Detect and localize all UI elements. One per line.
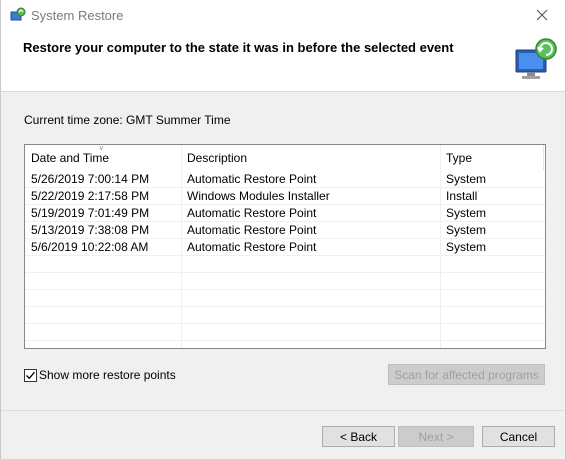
cancel-button[interactable]: Cancel (482, 426, 555, 447)
back-button[interactable]: < Back (322, 426, 395, 447)
table-row[interactable]: 5/13/2019 7:38:08 PM Automatic Restore P… (25, 222, 545, 239)
show-more-restore-points[interactable]: Show more restore points (24, 367, 176, 383)
table-row[interactable]: 5/26/2019 7:00:14 PM Automatic Restore P… (25, 171, 545, 188)
system-restore-icon (10, 7, 26, 23)
column-header-description[interactable]: Description (181, 145, 441, 170)
close-button[interactable] (519, 0, 565, 30)
column-header-date[interactable]: ˅ Date and Time (25, 145, 182, 170)
system-restore-window: System Restore Restore your computer to … (0, 0, 566, 459)
column-header-type[interactable]: Type (440, 145, 544, 170)
cell-date: 5/26/2019 7:00:14 PM (31, 172, 150, 186)
column-date-label: Date and Time (31, 151, 110, 165)
cell-description: Windows Modules Installer (187, 189, 330, 203)
cell-type: Install (446, 189, 478, 203)
empty-row (25, 324, 545, 341)
cell-type: System (446, 223, 487, 237)
cell-description: Automatic Restore Point (187, 172, 317, 186)
cell-type: System (446, 240, 487, 254)
table-row[interactable]: 5/6/2019 10:22:08 AM Automatic Restore P… (25, 239, 545, 256)
show-more-checkbox[interactable] (24, 368, 37, 382)
scan-affected-programs-button[interactable]: Scan for affected programs (388, 364, 545, 385)
table-row[interactable]: 5/22/2019 2:17:58 PM Windows Modules Ins… (25, 188, 545, 205)
cell-date: 5/13/2019 7:38:08 PM (31, 223, 150, 237)
cell-description: Automatic Restore Point (187, 206, 317, 220)
table-row[interactable]: 5/19/2019 7:01:49 PM Automatic Restore P… (25, 205, 545, 222)
cell-description: Automatic Restore Point (187, 223, 317, 237)
title-bar[interactable]: System Restore (1, 0, 565, 30)
column-type-label: Type (446, 151, 473, 165)
cell-date: 5/22/2019 2:17:58 PM (31, 189, 150, 203)
empty-row (25, 273, 545, 290)
close-icon (536, 9, 548, 21)
header-banner: Restore your computer to the state it wa… (1, 30, 565, 92)
sort-descending-icon: ˅ (99, 144, 104, 153)
next-button[interactable]: Next > (398, 426, 474, 447)
cell-type: System (446, 172, 487, 186)
empty-row (25, 256, 545, 273)
page-heading: Restore your computer to the state it wa… (23, 40, 454, 55)
restore-points-list[interactable]: ˅ Date and Time Description Type 5/26/20… (24, 144, 546, 349)
list-rows: 5/26/2019 7:00:14 PM Automatic Restore P… (25, 171, 545, 341)
cell-description: Automatic Restore Point (187, 240, 317, 254)
empty-row (25, 307, 545, 324)
checkmark-icon (26, 371, 35, 379)
footer-divider (1, 410, 565, 411)
show-more-label: Show more restore points (39, 368, 176, 382)
timezone-label: Current time zone: GMT Summer Time (24, 113, 231, 127)
list-header: ˅ Date and Time Description Type (25, 145, 545, 170)
cell-date: 5/19/2019 7:01:49 PM (31, 206, 150, 220)
cell-date: 5/6/2019 10:22:08 AM (31, 240, 149, 254)
window-title: System Restore (31, 8, 124, 23)
column-description-label: Description (187, 151, 248, 165)
monitor-restore-icon (513, 36, 561, 84)
empty-row (25, 290, 545, 307)
cell-type: System (446, 206, 487, 220)
